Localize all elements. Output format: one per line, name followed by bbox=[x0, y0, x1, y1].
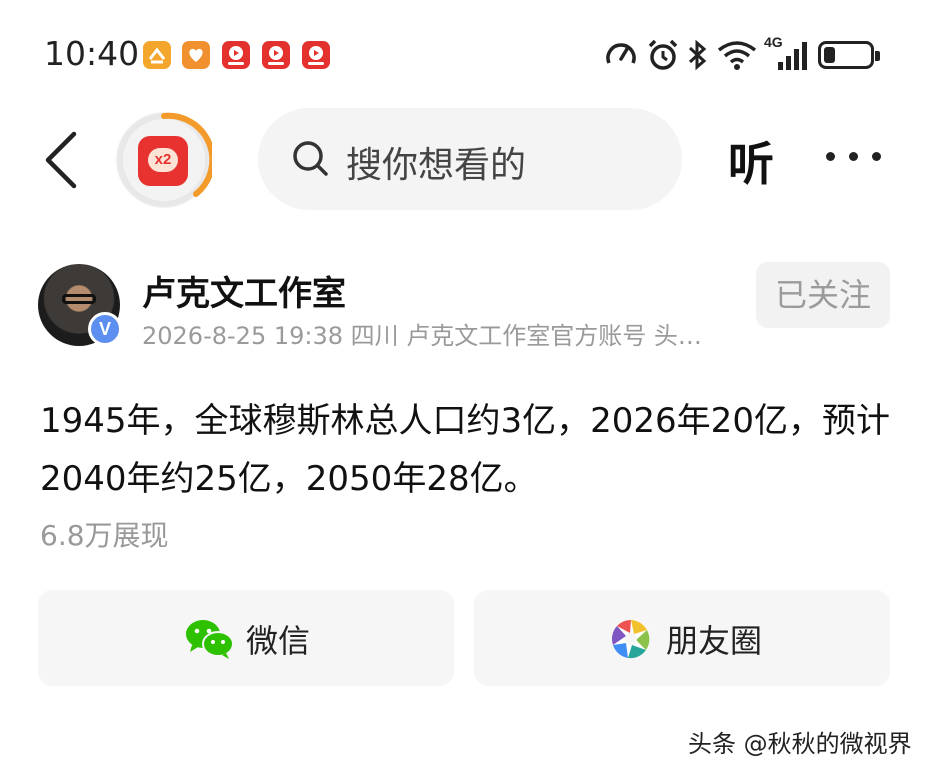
post-text: 1945年，全球穆斯林总人口约3亿，2026年20亿，预计2040年约25亿，2… bbox=[40, 401, 890, 499]
speedometer-icon bbox=[606, 43, 636, 64]
heart-app-icon bbox=[182, 41, 210, 69]
more-dots-icon[interactable] bbox=[826, 152, 882, 164]
reward-task-badge[interactable]: x2 bbox=[116, 112, 212, 208]
video-app-icon bbox=[262, 41, 290, 69]
alarm-icon bbox=[648, 39, 678, 70]
author-name[interactable]: 卢克文工作室 bbox=[142, 266, 346, 315]
share-moments-label: 朋友圈 bbox=[666, 622, 763, 660]
share-wechat-label: 微信 bbox=[246, 622, 311, 660]
status-time: 10:40 bbox=[44, 34, 140, 73]
share-wechat-button[interactable]: 微信 bbox=[38, 590, 454, 686]
chevron-left-icon bbox=[45, 131, 77, 189]
bluetooth-icon bbox=[688, 39, 707, 71]
video-app-icon bbox=[222, 41, 250, 69]
moments-aperture-icon bbox=[611, 619, 650, 659]
search-input[interactable]: 搜你想看的 bbox=[258, 108, 682, 210]
memo-app-icon bbox=[143, 41, 171, 69]
battery-icon bbox=[818, 41, 880, 69]
search-icon bbox=[293, 141, 328, 176]
wifi-icon bbox=[717, 41, 757, 70]
post-meta: 2026-8-25 19:38 四川 卢克文工作室官方账号 头… bbox=[142, 322, 702, 350]
status-bar: 10:40 4G bbox=[0, 28, 928, 82]
watermark: 头条 @秋秋的微视界 bbox=[688, 730, 912, 758]
wechat-icon bbox=[186, 620, 234, 659]
listen-button[interactable]: 听 bbox=[728, 128, 774, 194]
verified-badge-icon: V bbox=[88, 312, 122, 346]
view-count: 6.8万展现 bbox=[40, 519, 169, 552]
share-moments-button[interactable]: 朋友圈 bbox=[474, 590, 890, 686]
video-app-icon bbox=[302, 41, 330, 69]
4g-signal-icon bbox=[778, 42, 807, 70]
back-button[interactable] bbox=[40, 128, 84, 192]
follow-button[interactable]: 已关注 bbox=[756, 262, 890, 328]
search-placeholder: 搜你想看的 bbox=[346, 145, 527, 186]
multiplier-label: x2 bbox=[148, 148, 178, 172]
